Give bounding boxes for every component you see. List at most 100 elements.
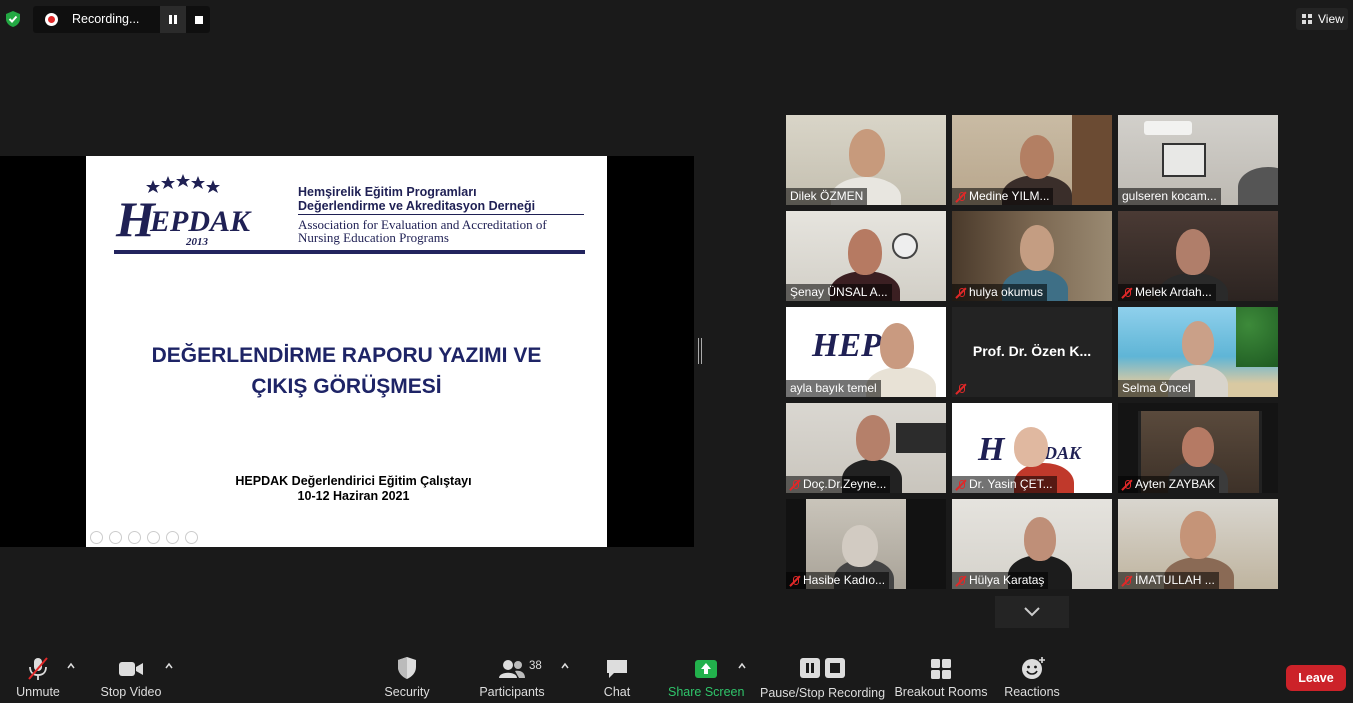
participant-name	[952, 380, 970, 397]
recording-dot-icon	[45, 13, 58, 26]
muted-mic-icon	[1122, 287, 1132, 299]
logo-year: 2013	[185, 236, 209, 248]
next-gallery-page-button[interactable]	[995, 596, 1069, 628]
participant-tile[interactable]: Melek Ardah...	[1118, 211, 1278, 301]
pen-icon[interactable]	[128, 531, 141, 544]
muted-mic-icon	[1122, 575, 1132, 587]
muted-mic-icon	[790, 479, 800, 491]
participant-tile[interactable]: Doç.Dr.Zeyne...	[786, 403, 946, 493]
muted-mic-icon	[790, 575, 800, 587]
breakout-rooms-label: Breakout Rooms	[894, 685, 988, 699]
reactions-smiley-icon	[1022, 657, 1045, 679]
participant-name: Şenay ÜNSAL A...	[786, 284, 892, 301]
share-options-caret-icon[interactable]	[738, 662, 746, 670]
split-view-handle[interactable]	[698, 338, 702, 364]
logo-underline-bar	[114, 250, 585, 254]
presentation-slide: H EPDAK 2013 Hemşirelik Eğitim Programla…	[86, 156, 607, 547]
participant-tile[interactable]: hulya okumus	[952, 211, 1112, 301]
participant-name: Melek Ardah...	[1118, 284, 1216, 301]
pause-stop-recording-icon	[800, 658, 845, 678]
slide-title-line1: DEĞERLENDİRME RAPORU YAZIMI VE	[151, 344, 542, 367]
slide-title: DEĞERLENDİRME RAPORU YAZIMI VE ÇIKIŞ GÖR…	[86, 340, 607, 402]
view-label: View	[1318, 12, 1344, 26]
breakout-rooms-icon	[931, 659, 951, 679]
participant-name: Hülya Karataş	[952, 572, 1049, 589]
participant-tile[interactable]: H DAK Dr. Yasin ÇET...	[952, 403, 1112, 493]
participant-name: Hasibe Kadıo...	[786, 572, 890, 589]
participant-tile[interactable]: HEP ayla bayık temel	[786, 307, 946, 397]
org-name-en-line2: Nursing Education Programs	[298, 230, 449, 245]
shared-screen[interactable]: H EPDAK 2013 Hemşirelik Eğitim Programla…	[0, 156, 694, 547]
zoom-icon[interactable]	[166, 531, 179, 544]
next-slide-icon[interactable]	[109, 531, 122, 544]
participant-name: ayla bayık temel	[786, 380, 881, 397]
chat-button[interactable]: Chat	[600, 656, 634, 701]
participant-name: Doç.Dr.Zeyne...	[786, 476, 891, 493]
recording-label: Recording...	[72, 12, 140, 26]
participant-name: hulya okumus	[952, 284, 1048, 301]
reactions-button[interactable]: Reactions	[1002, 656, 1062, 701]
breakout-rooms-button[interactable]: Breakout Rooms	[894, 656, 988, 701]
unmute-button[interactable]: Unmute	[10, 656, 66, 701]
slide-title-line2: ÇIKIŞ GÖRÜŞMESİ	[251, 375, 442, 398]
security-button[interactable]: Security	[382, 656, 432, 701]
encryption-shield-icon[interactable]	[4, 10, 22, 28]
reactions-label: Reactions	[1004, 685, 1060, 699]
org-name-tr-line2: Değerlendirme ve Akreditasyon Derneği	[298, 199, 536, 213]
participant-tile-active-speaker[interactable]: Şenay ÜNSAL A...	[786, 211, 946, 301]
hepdak-logo: H EPDAK 2013	[115, 174, 252, 248]
participant-tile[interactable]: Selma Öncel	[1118, 307, 1278, 397]
slides-icon[interactable]	[147, 531, 160, 544]
chat-label: Chat	[603, 685, 631, 699]
slide-footer-line1: HEPDAK Değerlendirici Eğitim Çalıştayı	[235, 474, 472, 488]
stop-video-label: Stop Video	[100, 685, 162, 699]
grid-icon	[1302, 14, 1312, 24]
recording-indicator: Recording...	[33, 6, 210, 33]
chat-bubble-icon	[607, 660, 627, 678]
participant-tile[interactable]: Hülya Karataş	[952, 499, 1112, 589]
prev-slide-icon[interactable]	[90, 531, 103, 544]
participant-count-badge: 38	[529, 660, 542, 672]
muted-mic-icon	[956, 575, 966, 587]
share-screen-arrow-icon	[695, 660, 717, 678]
share-screen-button[interactable]: Share Screen	[668, 656, 744, 701]
participants-label: Participants	[479, 685, 545, 699]
leave-button[interactable]: Leave	[1286, 665, 1346, 691]
participant-tile[interactable]: Ayten ZAYBAK	[1118, 403, 1278, 493]
slide-toolbar	[90, 531, 198, 544]
pause-recording-button[interactable]	[160, 6, 186, 33]
org-name-tr-line1: Hemşirelik Eğitim Programları	[298, 185, 477, 199]
stop-video-button[interactable]: Stop Video	[98, 656, 164, 701]
participant-tile[interactable]: Hasibe Kadıo...	[786, 499, 946, 589]
participant-name: İMATULLAH ...	[1118, 572, 1219, 589]
video-camera-icon	[119, 662, 143, 676]
audio-options-caret-icon[interactable]	[67, 662, 75, 670]
video-options-caret-icon[interactable]	[165, 662, 173, 670]
participant-tile[interactable]: İMATULLAH ...	[1118, 499, 1278, 589]
slide-footer: HEPDAK Değerlendirici Eğitim Çalıştayı 1…	[86, 474, 621, 504]
participant-tile[interactable]: gulseren kocam...	[1118, 115, 1278, 205]
participant-name: Ayten ZAYBAK	[1118, 476, 1220, 493]
participant-tile[interactable]: Dilek ÖZMEN	[786, 115, 946, 205]
security-shield-icon	[398, 657, 416, 679]
stop-recording-button[interactable]	[188, 6, 210, 33]
more-options-icon[interactable]	[185, 531, 198, 544]
chevron-down-icon	[1024, 607, 1040, 617]
participant-name: gulseren kocam...	[1118, 188, 1221, 205]
participants-icon	[499, 660, 525, 678]
security-label: Security	[384, 685, 430, 699]
slide-footer-line2: 10-12 Haziran 2021	[297, 489, 410, 503]
participant-tile[interactable]: Medine YILM...	[952, 115, 1112, 205]
muted-mic-icon	[956, 191, 966, 203]
muted-mic-icon	[956, 287, 966, 299]
view-button[interactable]: View	[1296, 8, 1348, 30]
pause-stop-recording-label: Pause/Stop Recording	[760, 686, 886, 700]
muted-mic-icon	[956, 383, 966, 395]
share-screen-label: Share Screen	[668, 685, 745, 699]
participant-name: Dilek ÖZMEN	[786, 188, 868, 205]
participants-options-caret-icon[interactable]	[561, 662, 569, 670]
participant-tile-video-off[interactable]: Prof. Dr. Özen K...	[952, 307, 1112, 397]
pause-stop-recording-button[interactable]: Pause/Stop Recording	[760, 656, 886, 703]
participant-name: Medine YILM...	[952, 188, 1054, 205]
muted-microphone-icon	[28, 657, 48, 680]
